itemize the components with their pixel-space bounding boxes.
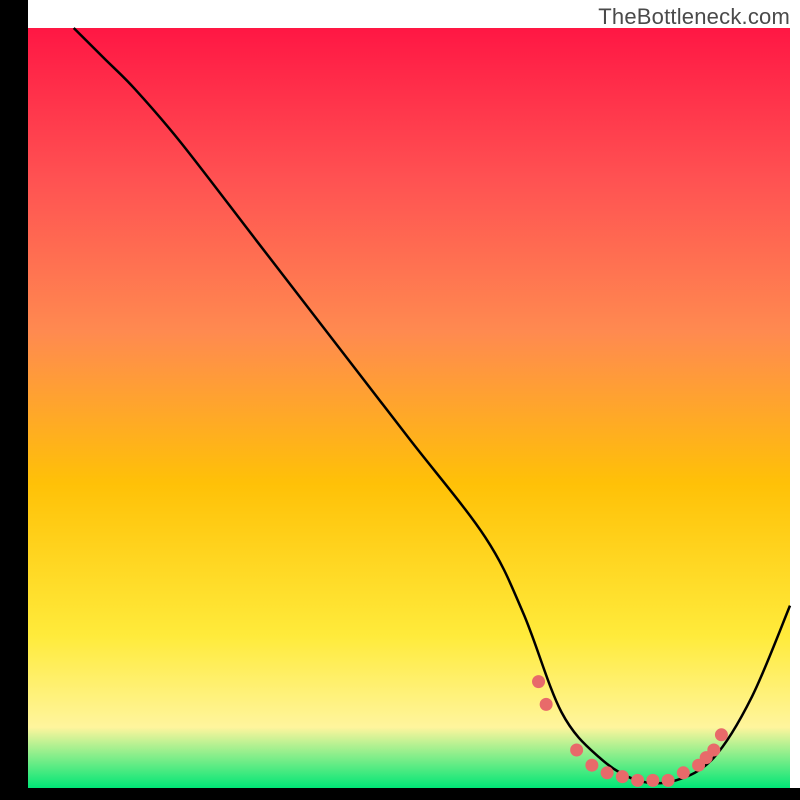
- marker-dot: [585, 759, 598, 772]
- marker-dot: [707, 744, 720, 757]
- watermark-text: TheBottleneck.com: [598, 4, 790, 30]
- chart-container: TheBottleneck.com: [0, 0, 800, 800]
- marker-dot: [715, 728, 728, 741]
- marker-dot: [601, 766, 614, 779]
- marker-dot: [631, 774, 644, 787]
- x-axis: [0, 788, 800, 800]
- bottleneck-chart: [0, 0, 800, 800]
- marker-dot: [646, 774, 659, 787]
- marker-dot: [677, 766, 690, 779]
- marker-dot: [616, 770, 629, 783]
- marker-dot: [570, 744, 583, 757]
- gradient-background: [28, 28, 790, 788]
- marker-dot: [532, 675, 545, 688]
- y-axis: [0, 0, 28, 800]
- marker-dot: [662, 774, 675, 787]
- marker-dot: [540, 698, 553, 711]
